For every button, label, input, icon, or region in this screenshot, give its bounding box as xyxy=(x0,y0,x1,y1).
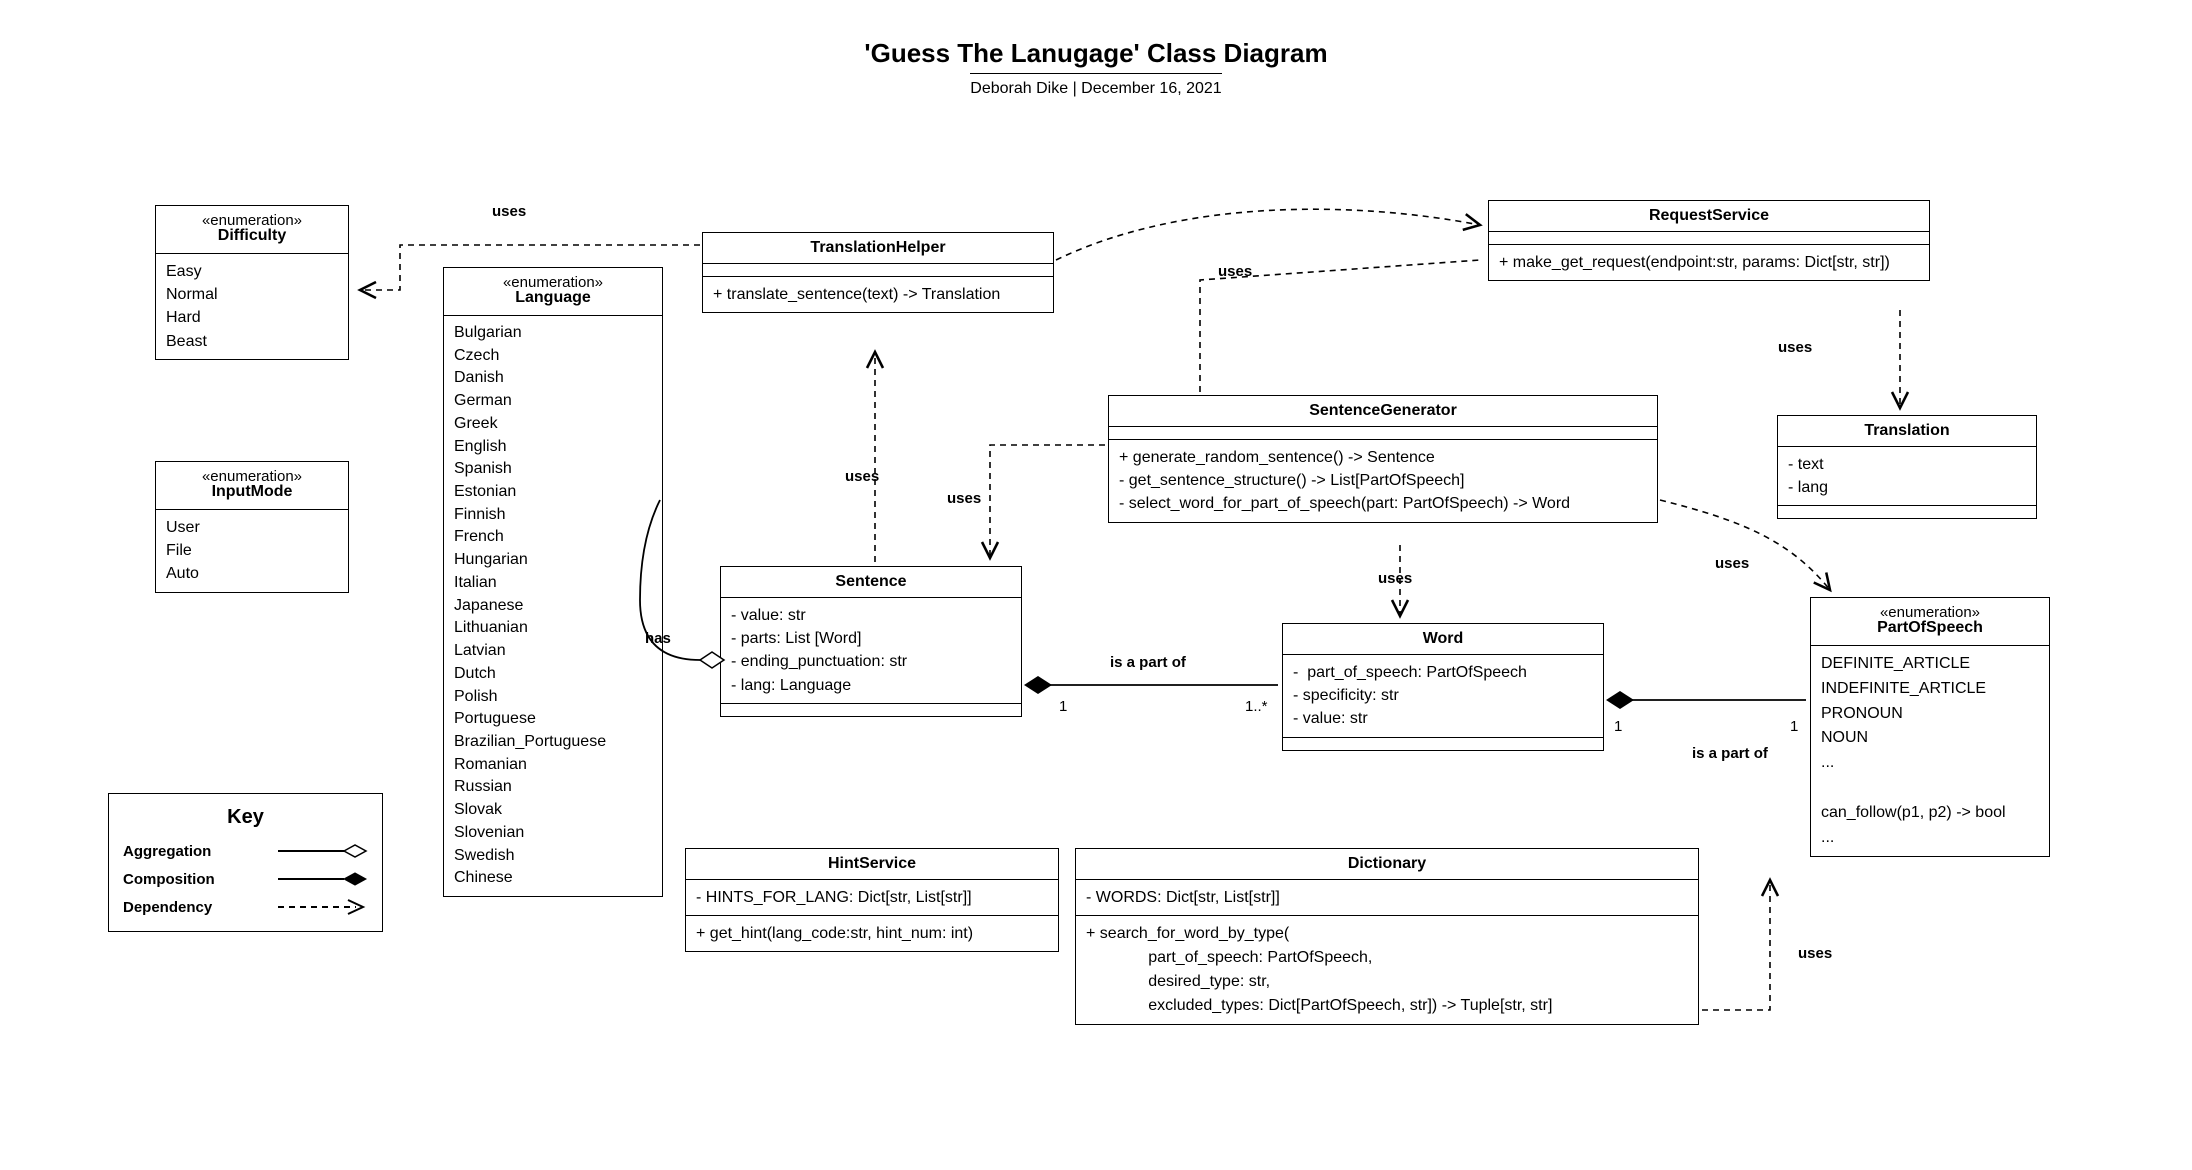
methods: + make_get_request(endpoint:str, params:… xyxy=(1489,244,1929,280)
methods-empty xyxy=(721,703,1021,716)
class-name: Difficulty xyxy=(156,227,348,253)
class-language: «enumeration» Language Bulgarian Czech D… xyxy=(443,267,663,897)
class-word: Word - part_of_speech: PartOfSpeech - sp… xyxy=(1282,623,1604,751)
class-dictionary: Dictionary - WORDS: Dict[str, List[str]]… xyxy=(1075,848,1699,1025)
label-uses: uses xyxy=(1778,339,1812,356)
attrs-empty xyxy=(703,263,1053,276)
stereotype: «enumeration» xyxy=(156,206,348,229)
enum-items: User File Auto xyxy=(156,509,348,592)
label-has: has xyxy=(645,630,671,647)
methods: + search_for_word_by_type( part_of_speec… xyxy=(1076,915,1698,1024)
class-name: HintService xyxy=(686,849,1058,879)
enum-items: DEFINITE_ARTICLE INDEFINITE_ARTICLE PRON… xyxy=(1811,645,2049,856)
class-translation: Translation - text - lang xyxy=(1777,415,2037,519)
composition-icon xyxy=(278,869,368,889)
key-title: Key xyxy=(109,794,382,837)
methods: + generate_random_sentence() -> Sentence… xyxy=(1109,439,1657,522)
attrs: - part_of_speech: PartOfSpeech - specifi… xyxy=(1283,654,1603,737)
class-name: Language xyxy=(444,289,662,315)
label-uses: uses xyxy=(1218,263,1252,280)
methods-empty xyxy=(1283,737,1603,750)
attrs-empty xyxy=(1489,231,1929,244)
diagram-title: 'Guess The Lanugage' Class Diagram xyxy=(0,38,2192,69)
key-label: Dependency xyxy=(123,899,212,916)
key-aggregation: Aggregation xyxy=(109,837,382,865)
attrs: - value: str - parts: List [Word] - endi… xyxy=(721,597,1021,703)
class-name: PartOfSpeech xyxy=(1811,619,2049,645)
class-name: Translation xyxy=(1778,416,2036,446)
class-difficulty: «enumeration» Difficulty Easy Normal Har… xyxy=(155,205,349,360)
multiplicity-one: 1 xyxy=(1790,718,1798,735)
attrs: - WORDS: Dict[str, List[str]] xyxy=(1076,879,1698,915)
class-sentencegenerator: SentenceGenerator + generate_random_sent… xyxy=(1108,395,1658,523)
methods-empty xyxy=(1778,505,2036,518)
stereotype: «enumeration» xyxy=(156,462,348,485)
key-dependency: Dependency xyxy=(109,893,382,931)
diagram-subtitle: Deborah Dike | December 16, 2021 xyxy=(970,73,1221,98)
label-uses: uses xyxy=(492,203,526,220)
key-label: Aggregation xyxy=(123,843,211,860)
legend-key: Key Aggregation Composition Dependency xyxy=(108,793,383,932)
class-name: TranslationHelper xyxy=(703,233,1053,263)
methods: + translate_sentence(text) -> Translatio… xyxy=(703,276,1053,312)
class-hintservice: HintService - HINTS_FOR_LANG: Dict[str, … xyxy=(685,848,1059,952)
label-ispartof: is a part of xyxy=(1110,654,1186,671)
stereotype: «enumeration» xyxy=(444,268,662,291)
class-requestservice: RequestService + make_get_request(endpoi… xyxy=(1488,200,1930,281)
attrs: - text - lang xyxy=(1778,446,2036,505)
label-ispartof: is a part of xyxy=(1692,745,1768,762)
attrs-empty xyxy=(1109,426,1657,439)
dependency-icon xyxy=(278,897,368,917)
class-name: Word xyxy=(1283,624,1603,654)
attrs: - HINTS_FOR_LANG: Dict[str, List[str]] xyxy=(686,879,1058,915)
multiplicity-one: 1 xyxy=(1059,698,1067,715)
label-uses: uses xyxy=(845,468,879,485)
multiplicity-one: 1 xyxy=(1614,718,1622,735)
class-inputmode: «enumeration» InputMode User File Auto xyxy=(155,461,349,593)
class-sentence: Sentence - value: str - parts: List [Wor… xyxy=(720,566,1022,717)
label-uses: uses xyxy=(1378,570,1412,587)
enum-items: Bulgarian Czech Danish German Greek Engl… xyxy=(444,315,662,896)
key-composition: Composition xyxy=(109,865,382,893)
class-name: Sentence xyxy=(721,567,1021,597)
class-name: Dictionary xyxy=(1076,849,1698,879)
class-name: SentenceGenerator xyxy=(1109,396,1657,426)
aggregation-icon xyxy=(278,841,368,861)
enum-items: Easy Normal Hard Beast xyxy=(156,253,348,359)
methods: + get_hint(lang_code:str, hint_num: int) xyxy=(686,915,1058,951)
multiplicity-onemany: 1..* xyxy=(1245,698,1268,715)
label-uses: uses xyxy=(1798,945,1832,962)
class-name: InputMode xyxy=(156,483,348,509)
stereotype: «enumeration» xyxy=(1811,598,2049,621)
key-label: Composition xyxy=(123,871,215,888)
class-translationhelper: TranslationHelper + translate_sentence(t… xyxy=(702,232,1054,313)
label-uses: uses xyxy=(947,490,981,507)
label-uses: uses xyxy=(1715,555,1749,572)
class-name: RequestService xyxy=(1489,201,1929,231)
class-partofspeech: «enumeration» PartOfSpeech DEFINITE_ARTI… xyxy=(1810,597,2050,857)
